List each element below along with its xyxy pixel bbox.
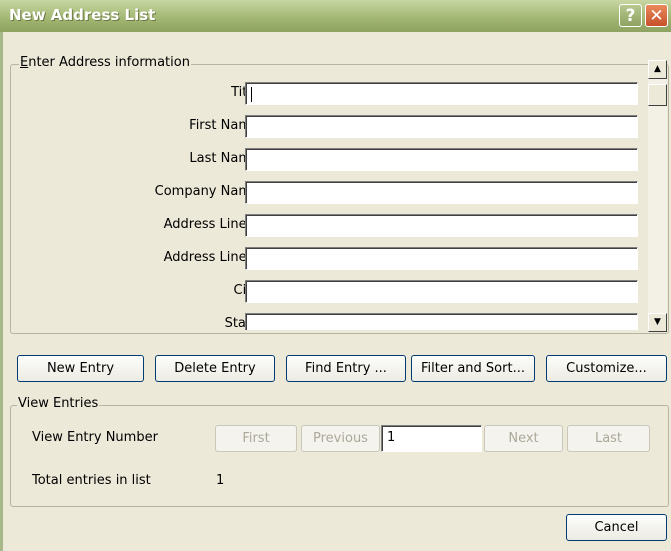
close-icon[interactable]: ✕ <box>645 4 668 27</box>
view-entry-number-label: View Entry Number <box>32 430 158 445</box>
first-name-field[interactable] <box>245 115 638 138</box>
field-row-first-name: First Name <box>21 115 647 140</box>
cancel-button[interactable]: Cancel <box>566 514 667 541</box>
fields-scrollbar[interactable]: ▲ ▼ <box>648 60 667 332</box>
window-frame <box>0 32 3 551</box>
field-row-last-name: Last Name <box>21 148 647 173</box>
scroll-up-icon[interactable]: ▲ <box>648 60 667 79</box>
find-entry-button[interactable]: Find Entry ... <box>286 355 406 382</box>
view-entries-group <box>10 405 669 507</box>
field-row-city: City <box>21 280 647 305</box>
total-entries-label: Total entries in list <box>32 473 151 488</box>
first-button[interactable]: First <box>215 425 297 452</box>
field-row-address-line-1: Address Line 1 <box>21 214 647 239</box>
field-row-address-line-2: Address Line 2 <box>21 247 647 272</box>
field-label: Company Name <box>154 184 259 199</box>
total-entries-value: 1 <box>216 473 225 488</box>
scroll-down-icon[interactable]: ▼ <box>648 313 667 332</box>
filter-sort-button[interactable]: Filter and Sort... <box>411 355 535 382</box>
last-button[interactable]: Last <box>567 425 650 452</box>
scroll-thumb[interactable] <box>648 84 667 106</box>
delete-entry-button[interactable]: Delete Entry <box>155 355 275 382</box>
state-field[interactable] <box>245 313 638 330</box>
next-button[interactable]: Next <box>484 425 563 452</box>
address-info-legend: Enter Address information <box>19 55 191 70</box>
address-info-legend-rest: nter Address information <box>28 55 190 70</box>
company-name-field[interactable] <box>245 181 638 204</box>
view-entries-legend: View Entries <box>17 396 100 411</box>
city-field[interactable] <box>245 280 638 303</box>
title-field[interactable] <box>245 82 638 105</box>
entry-number-field[interactable]: 1 <box>381 425 482 452</box>
field-row-company-name: Company Name <box>21 181 647 206</box>
address-fields-area: Title First Name Last Name Company Name … <box>21 72 647 330</box>
window-title: New Address List <box>9 6 156 24</box>
address-line-2-field[interactable] <box>245 247 638 270</box>
text-caret <box>251 87 252 102</box>
new-entry-button[interactable]: New Entry <box>17 355 144 382</box>
address-line-1-field[interactable] <box>245 214 638 237</box>
help-button[interactable]: ? <box>619 4 642 27</box>
title-bar: New Address List ? ✕ <box>0 0 671 32</box>
field-row-title: Title <box>21 82 647 107</box>
field-row-state: State <box>21 313 647 330</box>
last-name-field[interactable] <box>245 148 638 171</box>
previous-button[interactable]: Previous <box>301 425 380 452</box>
new-address-list-dialog: New Address List ? ✕ Enter Address infor… <box>0 0 671 551</box>
customize-button[interactable]: Customize... <box>546 355 667 382</box>
